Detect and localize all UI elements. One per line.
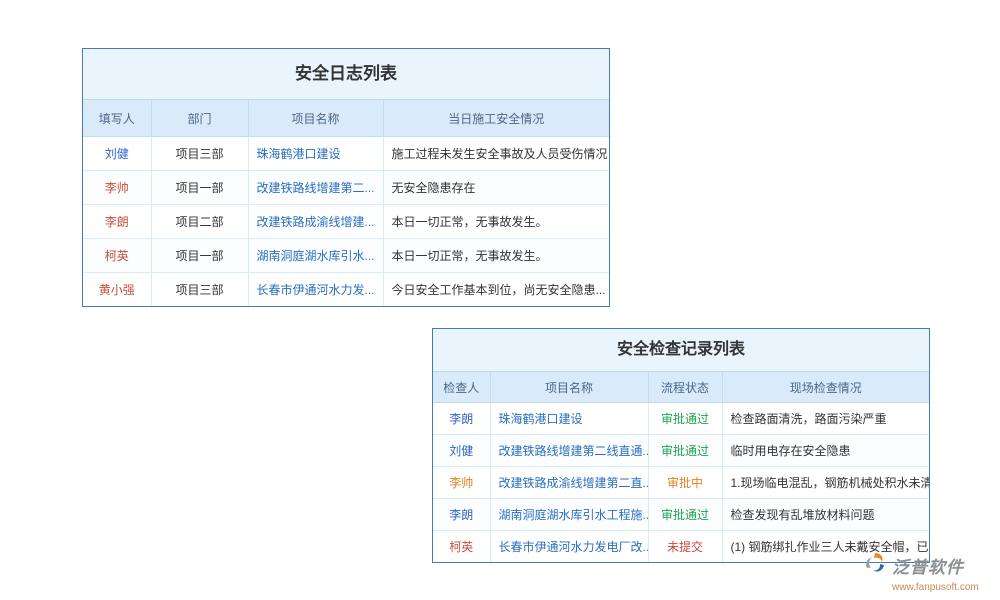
project-name-link[interactable]: 长春市伊通河水力发电厂改... bbox=[490, 531, 648, 563]
fanpu-logo: 泛普软件 www.fanpusoft.com bbox=[862, 550, 992, 592]
project-name-link[interactable]: 改建铁路线增建第二线直通... bbox=[490, 435, 648, 467]
project-name-link[interactable]: 改建铁路成渝线增建... bbox=[248, 205, 383, 239]
filler-name-link[interactable]: 黄小强 bbox=[83, 273, 151, 307]
fanpu-brand-text: 泛普软件 bbox=[892, 553, 964, 578]
project-name-link[interactable]: 珠海鹤港口建设 bbox=[248, 137, 383, 171]
inspector-name-link[interactable]: 刘健 bbox=[433, 435, 490, 467]
situation-cell: 检查发现有乱堆放材料问题 bbox=[722, 499, 929, 531]
inspector-name-link[interactable]: 李帅 bbox=[433, 467, 490, 499]
col-header-project: 项目名称 bbox=[248, 100, 383, 137]
situation-cell: 施工过程未发生安全事故及人员受伤情况 bbox=[383, 137, 609, 171]
table-row: 黄小强 项目三部 长春市伊通河水力发... 今日安全工作基本到位，尚无安全隐患.… bbox=[83, 273, 609, 307]
col-header-status: 流程状态 bbox=[648, 372, 722, 403]
fanpu-url-text: www.fanpusoft.com bbox=[892, 582, 992, 593]
project-name-link[interactable]: 改建铁路线增建第二... bbox=[248, 171, 383, 205]
table-row: 李朗 珠海鹤港口建设 审批通过 检查路面清洗，路面污染严重 bbox=[433, 403, 929, 435]
table-row: 刘健 改建铁路线增建第二线直通... 审批通过 临时用电存在安全隐患 bbox=[433, 435, 929, 467]
filler-name-link[interactable]: 李帅 bbox=[83, 171, 151, 205]
inspector-name-link[interactable]: 李朗 bbox=[433, 499, 490, 531]
col-header-situation: 现场检查情况 bbox=[722, 372, 929, 403]
col-header-situation: 当日施工安全情况 bbox=[383, 100, 609, 137]
table-row: 李朗 湖南洞庭湖水库引水工程施... 审批通过 检查发现有乱堆放材料问题 bbox=[433, 499, 929, 531]
situation-cell: 本日一切正常，无事故发生。 bbox=[383, 239, 609, 273]
project-name-link[interactable]: 长春市伊通河水力发... bbox=[248, 273, 383, 307]
dept-cell: 项目三部 bbox=[151, 137, 248, 171]
filler-name-link[interactable]: 柯英 bbox=[83, 239, 151, 273]
col-header-project: 项目名称 bbox=[490, 372, 648, 403]
project-name-link[interactable]: 湖南洞庭湖水库引水工程施... bbox=[490, 499, 648, 531]
table-row: 李朗 项目二部 改建铁路成渝线增建... 本日一切正常，无事故发生。 bbox=[83, 205, 609, 239]
filler-name-link[interactable]: 李朗 bbox=[83, 205, 151, 239]
safety-log-header-row: 填写人 部门 项目名称 当日施工安全情况 bbox=[83, 100, 609, 137]
safety-inspection-table: 检查人 项目名称 流程状态 现场检查情况 李朗 珠海鹤港口建设 审批通过 检查路… bbox=[433, 372, 929, 562]
dept-cell: 项目二部 bbox=[151, 205, 248, 239]
inspector-name-link[interactable]: 柯英 bbox=[433, 531, 490, 563]
situation-cell: 今日安全工作基本到位，尚无安全隐患... bbox=[383, 273, 609, 307]
table-row: 柯英 项目一部 湖南洞庭湖水库引水... 本日一切正常，无事故发生。 bbox=[83, 239, 609, 273]
table-row: 李帅 项目一部 改建铁路线增建第二... 无安全隐患存在 bbox=[83, 171, 609, 205]
safety-inspection-panel: 安全检查记录列表 检查人 项目名称 流程状态 现场检查情况 李朗 珠海鹤港口建设… bbox=[432, 328, 930, 563]
dept-cell: 项目一部 bbox=[151, 171, 248, 205]
project-name-link[interactable]: 珠海鹤港口建设 bbox=[490, 403, 648, 435]
table-row: 李帅 改建铁路成渝线增建第二直... 审批中 1.现场临电混乱，钢筋机械处积水未… bbox=[433, 467, 929, 499]
safety-log-title: 安全日志列表 bbox=[83, 49, 609, 100]
status-badge: 审批通过 bbox=[648, 435, 722, 467]
safety-inspection-title: 安全检查记录列表 bbox=[433, 329, 929, 372]
col-header-filler: 填写人 bbox=[83, 100, 151, 137]
situation-cell: 检查路面清洗，路面污染严重 bbox=[722, 403, 929, 435]
table-row: 刘健 项目三部 珠海鹤港口建设 施工过程未发生安全事故及人员受伤情况 bbox=[83, 137, 609, 171]
project-name-link[interactable]: 改建铁路成渝线增建第二直... bbox=[490, 467, 648, 499]
safety-inspection-header-row: 检查人 项目名称 流程状态 现场检查情况 bbox=[433, 372, 929, 403]
col-header-dept: 部门 bbox=[151, 100, 248, 137]
situation-cell: 无安全隐患存在 bbox=[383, 171, 609, 205]
col-header-inspector: 检查人 bbox=[433, 372, 490, 403]
filler-name-link[interactable]: 刘健 bbox=[83, 137, 151, 171]
project-name-link[interactable]: 湖南洞庭湖水库引水... bbox=[248, 239, 383, 273]
status-badge: 审批通过 bbox=[648, 499, 722, 531]
status-badge: 未提交 bbox=[648, 531, 722, 563]
situation-cell: 临时用电存在安全隐患 bbox=[722, 435, 929, 467]
status-badge: 审批通过 bbox=[648, 403, 722, 435]
situation-cell: 1.现场临电混乱，钢筋机械处积水未清理 bbox=[722, 467, 929, 499]
fanpu-logo-icon bbox=[862, 550, 892, 581]
status-badge: 审批中 bbox=[648, 467, 722, 499]
safety-log-table: 填写人 部门 项目名称 当日施工安全情况 刘健 项目三部 珠海鹤港口建设 施工过… bbox=[83, 100, 609, 306]
situation-cell: 本日一切正常，无事故发生。 bbox=[383, 205, 609, 239]
table-row: 柯英 长春市伊通河水力发电厂改... 未提交 (1) 钢筋绑扎作业三人未戴安全帽… bbox=[433, 531, 929, 563]
inspector-name-link[interactable]: 李朗 bbox=[433, 403, 490, 435]
dept-cell: 项目一部 bbox=[151, 239, 248, 273]
safety-log-panel: 安全日志列表 填写人 部门 项目名称 当日施工安全情况 刘健 项目三部 珠海鹤港… bbox=[82, 48, 610, 307]
dept-cell: 项目三部 bbox=[151, 273, 248, 307]
